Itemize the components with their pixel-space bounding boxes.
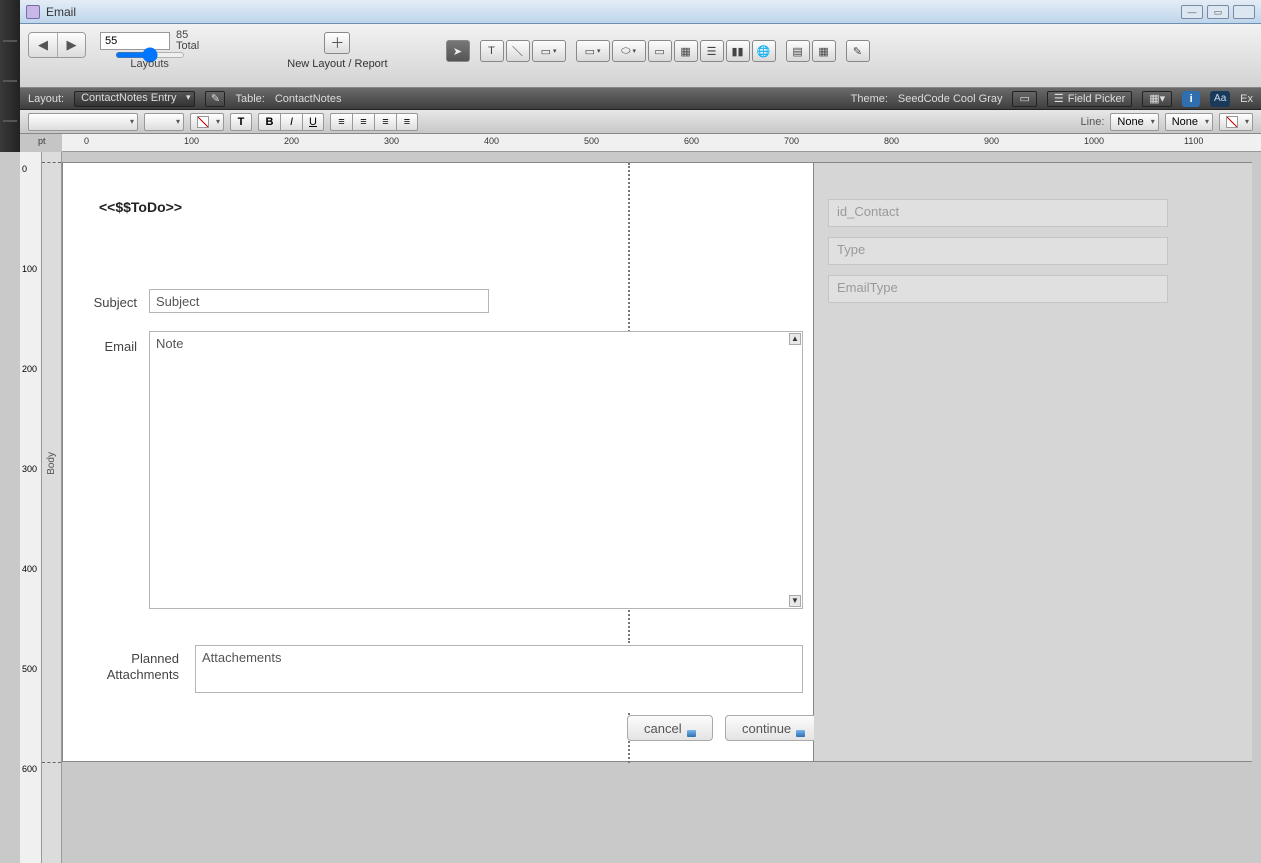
subject-label: Subject xyxy=(87,295,137,310)
ruler-unit: pt xyxy=(38,136,46,146)
close-button[interactable] xyxy=(1233,5,1255,19)
button-tool[interactable]: ⬭▾ xyxy=(612,40,646,62)
email-type-field[interactable]: EmailType xyxy=(828,275,1168,303)
side-panel: id_Contact Type EmailType xyxy=(814,162,1252,762)
style-combo[interactable] xyxy=(28,113,138,131)
align-justify-button[interactable]: ≡ xyxy=(396,113,418,131)
id-contact-field[interactable]: id_Contact xyxy=(828,199,1168,227)
workspace: 0 100 200 300 400 500 600 Body <<$$ToDo>… xyxy=(0,152,1261,863)
align-center-button[interactable]: ≡ xyxy=(352,113,374,131)
part-tool[interactable]: ▤ xyxy=(786,40,810,62)
new-layout-block: ＋ New Layout / Report xyxy=(287,32,387,70)
align-left-button[interactable]: ≡ xyxy=(330,113,352,131)
line-color-combo[interactable] xyxy=(1219,113,1253,131)
bold-button[interactable]: B xyxy=(258,113,280,131)
layout-selector[interactable]: ContactNotes Entry xyxy=(74,91,195,107)
table-value: ContactNotes xyxy=(275,93,342,105)
scroll-up-icon[interactable]: ▲ xyxy=(789,333,801,345)
layout-page: <<$$ToDo>> Subject Subject Email Note ▲ … xyxy=(62,162,814,762)
field-picker-tool[interactable]: ▦ xyxy=(812,40,836,62)
underline-button[interactable]: U xyxy=(302,113,324,131)
italic-button[interactable]: I xyxy=(280,113,302,131)
align-right-button[interactable]: ≡ xyxy=(374,113,396,131)
info-button[interactable]: i xyxy=(1182,91,1200,107)
grid-toggle[interactable]: ▦▾ xyxy=(1142,91,1172,107)
next-layout-button[interactable]: ▶ xyxy=(57,33,85,57)
layout-canvas[interactable]: <<$$ToDo>> Subject Subject Email Note ▲ … xyxy=(62,162,1252,772)
maximize-button[interactable]: ▭ xyxy=(1207,5,1229,19)
line-weight-combo[interactable]: None xyxy=(1165,113,1213,131)
line-style-combo[interactable]: None xyxy=(1110,113,1158,131)
scroll-down-icon[interactable]: ▼ xyxy=(789,595,801,607)
line-label: Line: xyxy=(1081,116,1105,128)
shape-tool[interactable]: ▭▾ xyxy=(532,40,566,62)
format-painter-tool[interactable]: ✎ xyxy=(846,40,870,62)
layout-counter: 85 Total Layouts xyxy=(100,30,199,70)
screen-toggle[interactable]: ▭ xyxy=(1012,91,1036,107)
minimize-button[interactable]: — xyxy=(1181,5,1203,19)
theme-label: Theme: xyxy=(851,93,888,105)
tab-control-tool[interactable]: ▭ xyxy=(648,40,672,62)
popover-tool[interactable]: ▦ xyxy=(674,40,698,62)
layout-nav: ◀ ▶ xyxy=(28,32,86,58)
layout-label: Layout: xyxy=(28,93,64,105)
text-color-button[interactable]: T xyxy=(230,113,252,131)
chart-tool[interactable]: ▮▮ xyxy=(726,40,750,62)
main-toolbar: ◀ ▶ 85 Total Layouts ＋ New Layout / Repo… xyxy=(20,24,1261,88)
new-layout-label: New Layout / Report xyxy=(287,58,387,70)
edit-layout-button[interactable]: ✎ xyxy=(205,91,225,107)
vertical-ruler: 0 100 200 300 400 500 600 xyxy=(20,152,42,863)
badge-icon xyxy=(796,730,805,737)
badge-icon xyxy=(687,730,696,737)
email-label: Email xyxy=(99,339,137,354)
table-label: Table: xyxy=(235,93,264,105)
field-picker-button[interactable]: ☰ Field Picker xyxy=(1047,91,1132,107)
app-icon xyxy=(26,5,40,19)
part-gutter: Body xyxy=(42,152,62,863)
attachments-label: Attachments xyxy=(91,667,179,682)
continue-button[interactable]: continue xyxy=(725,715,822,741)
email-field[interactable]: Note xyxy=(149,331,803,609)
type-field[interactable]: Type xyxy=(828,237,1168,265)
window-titlebar: Email — ▭ xyxy=(20,0,1261,24)
cancel-button[interactable]: cancel xyxy=(627,715,713,741)
window-title: Email xyxy=(46,5,1181,19)
formatting-bar: T B I U ≡ ≡ ≡ ≡ Line: None None xyxy=(20,110,1261,134)
portal-tool[interactable]: ☰ xyxy=(700,40,724,62)
horizontal-ruler: pt 0 100 200 300 400 500 600 700 800 900… xyxy=(62,134,1261,152)
prev-layout-button[interactable]: ◀ xyxy=(29,33,57,57)
subject-field[interactable]: Subject xyxy=(149,289,489,313)
tool-groups: ➤ T ＼ ▭▾ ▭▾ ⬭▾ ▭ ▦ ☰ ▮▮ 🌐 ▤ ▦ ✎ xyxy=(446,40,870,62)
line-tool[interactable]: ＼ xyxy=(506,40,530,62)
todo-heading[interactable]: <<$$ToDo>> xyxy=(99,199,182,215)
font-combo[interactable] xyxy=(144,113,184,131)
layouts-label: Layouts xyxy=(130,58,169,70)
pointer-tool[interactable]: ➤ xyxy=(446,40,470,62)
attachments-field[interactable]: Attachements xyxy=(195,645,803,693)
planned-label: Planned xyxy=(113,651,179,666)
webviewer-tool[interactable]: 🌐 xyxy=(752,40,776,62)
fill-swatch[interactable] xyxy=(190,113,224,131)
body-part-label[interactable]: Body xyxy=(46,452,57,475)
text-inspector-button[interactable]: Aa xyxy=(1210,91,1230,107)
new-layout-button[interactable]: ＋ xyxy=(324,32,350,54)
exit-layout-button[interactable]: Ex xyxy=(1240,93,1253,105)
text-tool[interactable]: T xyxy=(480,40,504,62)
theme-value: SeedCode Cool Gray xyxy=(898,93,1003,105)
field-tool[interactable]: ▭▾ xyxy=(576,40,610,62)
layout-bar: Layout: ContactNotes Entry ✎ Table: Cont… xyxy=(20,88,1261,110)
